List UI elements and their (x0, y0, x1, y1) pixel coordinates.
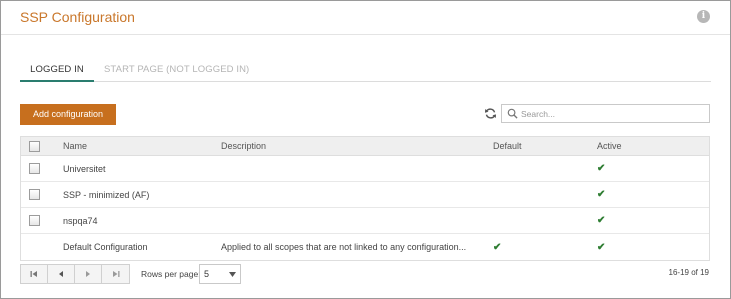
tab-logged-in[interactable]: LOGGED IN (20, 64, 94, 82)
row-default: ✔ (493, 234, 573, 260)
table-row[interactable]: SSP - minimized (AF) ✔ (21, 182, 709, 208)
add-configuration-button[interactable]: Add configuration (20, 104, 116, 125)
pagination-controls (20, 264, 130, 284)
configurations-table: Name Description Default Active Universi… (20, 136, 710, 261)
column-header-default[interactable]: Default (493, 137, 573, 155)
first-page-button[interactable] (21, 265, 48, 283)
rows-per-page-label: Rows per page: (141, 269, 201, 279)
row-name: Default Configuration (63, 242, 148, 252)
column-header-description[interactable]: Description (221, 137, 489, 155)
table-row[interactable]: nspqa74 ✔ (21, 208, 709, 234)
page-info: 16-19 of 19 (668, 268, 709, 277)
row-default (493, 208, 573, 233)
row-active: ✔ (597, 234, 677, 260)
check-icon: ✔ (597, 189, 606, 200)
row-default (493, 156, 573, 181)
info-icon[interactable]: i (697, 10, 710, 23)
row-checkbox-cell (29, 234, 43, 260)
tab-bar: LOGGED IN START PAGE (NOT LOGGED IN) (20, 58, 711, 82)
row-default (493, 182, 573, 207)
row-checkbox[interactable] (29, 215, 40, 226)
row-name: SSP - minimized (AF) (63, 189, 150, 200)
row-checkbox[interactable] (29, 163, 40, 174)
last-page-button[interactable] (102, 265, 129, 283)
table-row[interactable]: Default Configuration Applied to all sco… (21, 234, 709, 260)
search-box (501, 104, 710, 123)
row-description (221, 182, 489, 207)
search-icon (507, 108, 518, 119)
row-checkbox-cell (29, 156, 43, 181)
prev-page-icon (59, 271, 63, 277)
row-description: Applied to all scopes that are not linke… (221, 242, 467, 252)
check-icon: ✔ (597, 163, 606, 174)
last-page-icon (112, 271, 119, 277)
row-checkbox-cell (29, 208, 43, 233)
title-divider (1, 34, 730, 35)
row-description (221, 156, 489, 181)
column-header-active[interactable]: Active (597, 137, 677, 155)
row-checkbox-cell (29, 182, 43, 207)
row-checkbox[interactable] (29, 189, 40, 200)
check-icon: ✔ (493, 241, 502, 253)
first-page-icon (30, 271, 37, 277)
row-active: ✔ (597, 182, 677, 207)
tab-start-page[interactable]: START PAGE (NOT LOGGED IN) (104, 64, 249, 75)
table-header: Name Description Default Active (21, 137, 709, 156)
row-description (221, 208, 489, 233)
check-icon: ✔ (597, 241, 606, 253)
header-checkbox-cell (29, 137, 43, 155)
row-name: Universitet (63, 163, 106, 174)
prev-page-button[interactable] (48, 265, 75, 283)
search-input[interactable] (521, 107, 706, 120)
refresh-icon[interactable] (484, 107, 497, 120)
column-header-name[interactable]: Name (63, 137, 213, 155)
chevron-down-icon (229, 272, 236, 277)
rows-per-page-select[interactable]: 5 (199, 264, 241, 284)
row-name: nspqa74 (63, 215, 98, 226)
table-row[interactable]: Universitet ✔ (21, 156, 709, 182)
check-icon: ✔ (597, 215, 606, 226)
row-active: ✔ (597, 156, 677, 181)
next-page-icon (86, 271, 90, 277)
row-active: ✔ (597, 208, 677, 233)
rows-per-page-value: 5 (204, 269, 210, 279)
page-title: SSP Configuration (20, 9, 135, 25)
next-page-button[interactable] (75, 265, 102, 283)
select-all-checkbox[interactable] (29, 140, 40, 152)
